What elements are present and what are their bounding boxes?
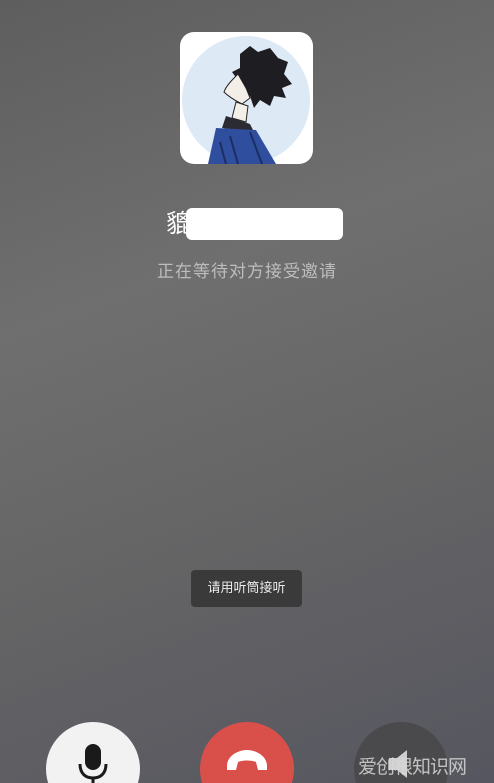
call-status-text: 正在等待对方接受邀请 xyxy=(157,262,337,282)
name-redaction-mask xyxy=(186,208,343,240)
phone-hangup-icon xyxy=(227,750,267,770)
avatar-illustration xyxy=(182,36,310,164)
watermark-text: 爱创根知识网 xyxy=(358,756,467,778)
microphone-icon xyxy=(78,744,108,783)
hangup-button[interactable] xyxy=(200,722,294,783)
mute-button[interactable] xyxy=(46,722,140,783)
earpiece-toast: 请用听筒接听 xyxy=(191,570,302,607)
caller-avatar xyxy=(180,32,313,164)
voice-call-screen: 貔 正在等待对方接受邀请 请用听筒接听 爱创根知识网 xyxy=(0,0,494,783)
